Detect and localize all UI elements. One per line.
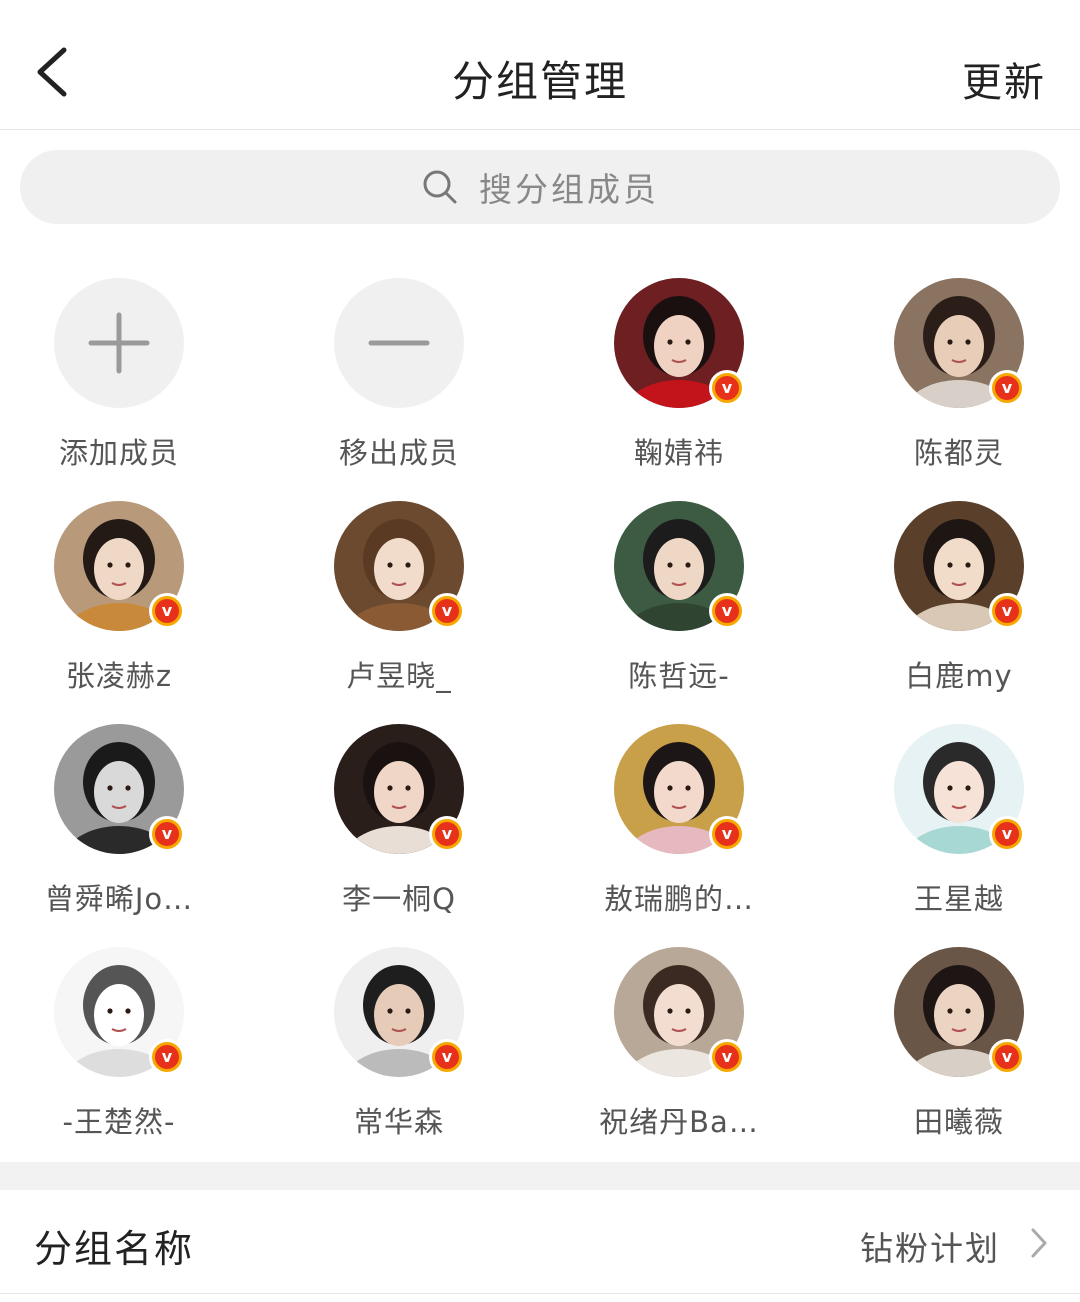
member-name: 陈哲远- bbox=[628, 659, 730, 693]
member-avatar: v bbox=[614, 724, 745, 854]
action-circle-bg bbox=[334, 278, 464, 408]
verified-v-glyph: v bbox=[435, 1045, 459, 1069]
verified-badge-icon: v bbox=[989, 1039, 1025, 1075]
verified-badge-icon: v bbox=[709, 370, 745, 406]
verified-v-glyph: v bbox=[995, 822, 1019, 846]
search-icon bbox=[423, 170, 457, 204]
group-name-row[interactable]: 分组名称 钻粉计划 bbox=[0, 1190, 1080, 1294]
verified-badge-icon: v bbox=[429, 593, 465, 629]
chevron-right-icon bbox=[1031, 1228, 1047, 1258]
member-name: 陈都灵 bbox=[913, 436, 1004, 470]
member-name: 卢昱晓_ bbox=[346, 659, 452, 693]
verified-v-glyph: v bbox=[155, 1045, 179, 1069]
verified-v-glyph: v bbox=[715, 599, 739, 623]
verified-v-glyph: v bbox=[155, 599, 179, 623]
member-avatar: v bbox=[54, 724, 185, 854]
member-name: 王星越 bbox=[913, 882, 1004, 916]
member-name: 敖瑞鹏的… bbox=[603, 882, 754, 916]
minus-icon bbox=[368, 340, 430, 346]
verified-badge-icon: v bbox=[989, 370, 1025, 406]
member-item[interactable]: v 张凌赫z bbox=[0, 501, 259, 701]
verified-badge-icon: v bbox=[989, 816, 1025, 852]
member-name: 白鹿my bbox=[905, 659, 1013, 693]
verified-badge-icon: v bbox=[989, 593, 1025, 629]
page-title: 分组管理 bbox=[451, 57, 628, 106]
member-item[interactable]: v 卢昱晓_ bbox=[259, 501, 539, 701]
member-avatar: v bbox=[894, 501, 1025, 631]
verified-v-glyph: v bbox=[995, 599, 1019, 623]
member-item[interactable]: v 白鹿my bbox=[819, 501, 1080, 701]
refresh-button[interactable]: 更新 bbox=[962, 50, 1046, 108]
action-label: 移出成员 bbox=[338, 436, 459, 470]
member-item[interactable]: v -王楚然- bbox=[0, 947, 259, 1147]
member-item[interactable]: v 祝绪丹Ba… bbox=[539, 947, 819, 1147]
verified-badge-icon: v bbox=[709, 1039, 745, 1075]
verified-v-glyph: v bbox=[435, 822, 459, 846]
member-item[interactable]: v 李一桐Q bbox=[259, 724, 539, 924]
action-circle bbox=[54, 278, 184, 408]
member-avatar: v bbox=[54, 947, 185, 1077]
member-name: 鞠婧祎 bbox=[633, 436, 724, 470]
member-avatar: v bbox=[614, 501, 745, 631]
member-avatar: v bbox=[54, 501, 185, 631]
verified-badge-icon: v bbox=[429, 816, 465, 852]
verified-v-glyph: v bbox=[995, 376, 1019, 400]
verified-badge-icon: v bbox=[149, 1039, 185, 1075]
member-avatar: v bbox=[334, 501, 465, 631]
member-item[interactable]: v 田曦薇 bbox=[819, 947, 1080, 1147]
search-placeholder: 搜分组成员 bbox=[479, 170, 659, 209]
member-search-input[interactable]: 搜分组成员 bbox=[20, 150, 1060, 224]
member-item[interactable]: v 曾舜晞Jo… bbox=[0, 724, 259, 924]
member-item[interactable]: v 陈哲远- bbox=[539, 501, 819, 701]
member-name: 曾舜晞Jo… bbox=[44, 882, 194, 916]
member-item[interactable]: v 鞠婧祎 bbox=[539, 278, 819, 478]
verified-badge-icon: v bbox=[149, 816, 185, 852]
member-item[interactable]: v 敖瑞鹏的… bbox=[539, 724, 819, 924]
member-avatar: v bbox=[894, 278, 1025, 408]
group-name-value: 钻粉计划 bbox=[860, 1229, 1000, 1268]
member-item[interactable]: v 常华森 bbox=[259, 947, 539, 1147]
group-name-label: 分组名称 bbox=[34, 1227, 195, 1271]
member-avatar: v bbox=[894, 724, 1025, 854]
verified-badge-icon: v bbox=[149, 593, 185, 629]
member-item[interactable]: v 陈都灵 bbox=[819, 278, 1080, 478]
member-avatar: v bbox=[894, 947, 1025, 1077]
action-circle-bg bbox=[54, 278, 184, 408]
verified-v-glyph: v bbox=[435, 599, 459, 623]
member-name: 祝绪丹Ba… bbox=[599, 1105, 759, 1139]
member-item[interactable]: v 王星越 bbox=[819, 724, 1080, 924]
add-member-button[interactable]: 添加成员 bbox=[0, 278, 259, 478]
section-divider bbox=[0, 1162, 1080, 1190]
plus-icon bbox=[88, 312, 150, 374]
action-label: 添加成员 bbox=[58, 436, 179, 470]
member-avatar: v bbox=[614, 947, 745, 1077]
verified-v-glyph: v bbox=[715, 1045, 739, 1069]
member-name: 田曦薇 bbox=[913, 1105, 1004, 1139]
verified-badge-icon: v bbox=[709, 816, 745, 852]
verified-v-glyph: v bbox=[715, 822, 739, 846]
verified-v-glyph: v bbox=[715, 376, 739, 400]
action-circle bbox=[334, 278, 464, 408]
top-bar: 分组管理 更新 bbox=[0, 0, 1080, 130]
member-avatar: v bbox=[334, 724, 465, 854]
remove-member-button[interactable]: 移出成员 bbox=[259, 278, 539, 478]
member-avatar: v bbox=[334, 947, 465, 1077]
verified-v-glyph: v bbox=[995, 1045, 1019, 1069]
verified-badge-icon: v bbox=[429, 1039, 465, 1075]
member-name: 张凌赫z bbox=[65, 659, 173, 693]
verified-v-glyph: v bbox=[155, 822, 179, 846]
member-avatar: v bbox=[614, 278, 745, 408]
member-name: 常华森 bbox=[353, 1105, 444, 1139]
verified-badge-icon: v bbox=[709, 593, 745, 629]
member-name: 李一桐Q bbox=[342, 882, 456, 916]
member-name: -王楚然- bbox=[62, 1105, 176, 1139]
